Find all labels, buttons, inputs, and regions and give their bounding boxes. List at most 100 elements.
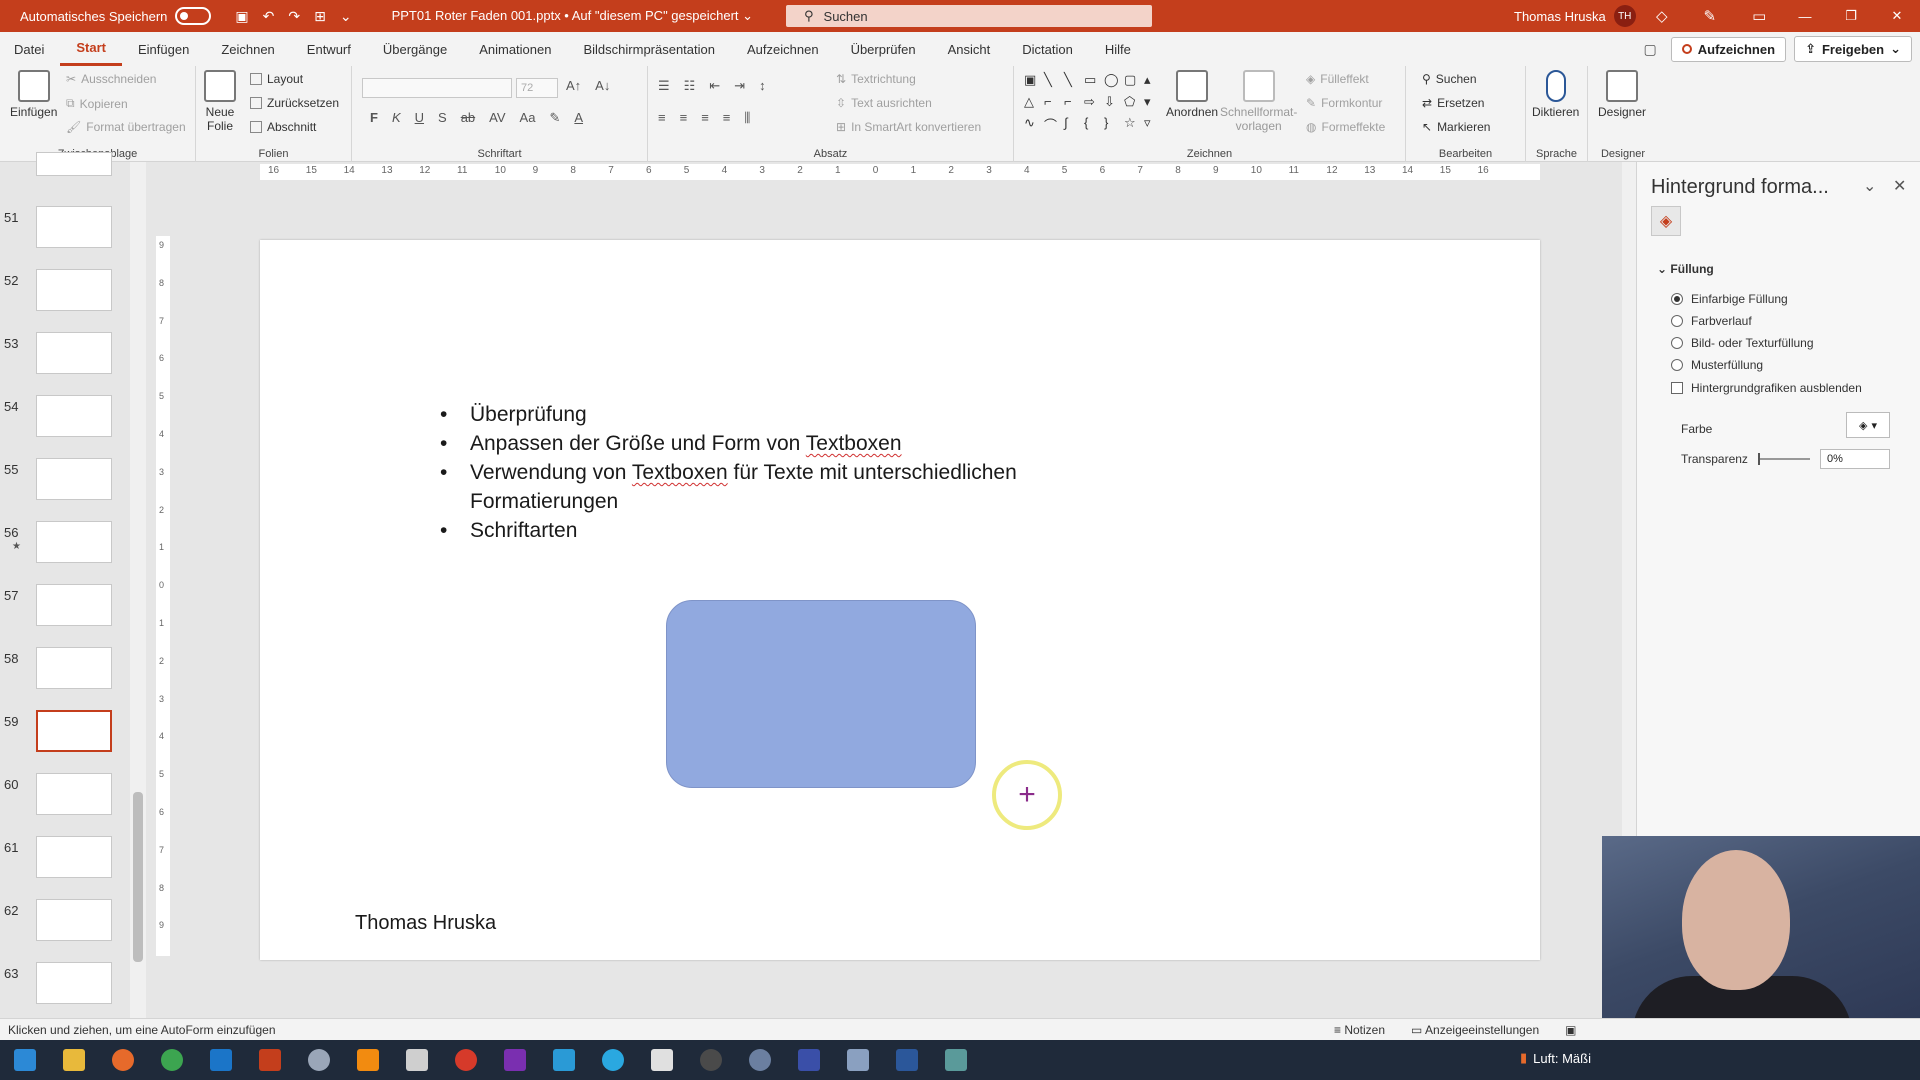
font-color-icon[interactable]: A	[574, 110, 583, 126]
present-icon[interactable]: ⊞	[314, 8, 326, 25]
radio-solid-fill[interactable]: Einfarbige Füllung	[1671, 292, 1788, 306]
autosave-control[interactable]: Automatisches Speichern	[20, 7, 212, 25]
word-icon[interactable]	[896, 1049, 918, 1071]
find-button[interactable]: ⚲ Suchen	[1422, 72, 1477, 86]
connector-shape-icon[interactable]: ⌐	[1064, 94, 1082, 114]
user-account[interactable]: Thomas Hruska TH	[1514, 0, 1636, 32]
char-spacing-button[interactable]: AV	[489, 110, 505, 126]
checkbox[interactable]	[1671, 382, 1683, 394]
decrease-indent-icon[interactable]: ⇤	[709, 78, 720, 94]
underline-button[interactable]: U	[415, 110, 424, 126]
gallery-up-icon[interactable]: ▴	[1144, 72, 1162, 92]
align-text-button[interactable]: ⇳ Text ausrichten	[836, 96, 932, 110]
thumbnails-scroll-thumb[interactable]	[133, 792, 143, 962]
app-icon[interactable]	[651, 1049, 673, 1071]
redo-icon[interactable]: ↷	[288, 8, 300, 25]
gallery-down-icon[interactable]: ▾	[1144, 94, 1162, 114]
record-button[interactable]: Aufzeichnen	[1670, 36, 1787, 62]
outlook-icon[interactable]	[210, 1049, 232, 1071]
shape-outline-button[interactable]: ✎ Formkontur	[1306, 96, 1382, 110]
tab-6[interactable]: Animationen	[463, 32, 567, 66]
star-shape-icon[interactable]: ☆	[1124, 115, 1142, 138]
paste-button[interactable]: Einfügen	[10, 70, 57, 119]
slide-thumbnail[interactable]	[36, 458, 112, 500]
rectangle-shape-icon[interactable]: ▢	[1124, 72, 1142, 92]
columns-icon[interactable]: ⫼	[744, 110, 750, 126]
slide-thumbnail[interactable]	[36, 152, 112, 176]
app-icon[interactable]	[308, 1049, 330, 1071]
tab-3[interactable]: Zeichnen	[205, 32, 290, 66]
arrow-shape-icon[interactable]: ⇨	[1084, 94, 1102, 114]
quick-styles-button[interactable]: Schnellformat- vorlagen	[1220, 70, 1297, 133]
paint-bucket-icon[interactable]: ◈	[1651, 206, 1681, 236]
slide-thumbnail[interactable]	[36, 332, 112, 374]
arrange-button[interactable]: Anordnen	[1166, 70, 1218, 119]
strikethrough-button[interactable]: ab	[461, 110, 475, 126]
bullet-item[interactable]: Schriftarten	[440, 516, 1140, 545]
replace-button[interactable]: ⇄ Ersetzen	[1422, 96, 1484, 110]
save-icon[interactable]: ▣	[235, 8, 248, 25]
onenote-icon[interactable]	[504, 1049, 526, 1071]
share-button[interactable]: ⇪ Freigeben ⌄	[1794, 36, 1912, 62]
app-icon[interactable]	[749, 1049, 771, 1071]
avatar[interactable]: TH	[1613, 5, 1636, 27]
increase-indent-icon[interactable]: ⇥	[734, 78, 745, 94]
radio-button[interactable]	[1671, 293, 1683, 305]
tab-2[interactable]: Einfügen	[122, 32, 205, 66]
app-icon[interactable]	[700, 1049, 722, 1071]
app-icon[interactable]	[798, 1049, 820, 1071]
bullet-item[interactable]: Überprüfung	[440, 400, 1140, 429]
grow-font-icon[interactable]: A↑	[566, 78, 581, 93]
slide-thumbnail[interactable]	[36, 647, 112, 689]
restore-icon[interactable]: ❐	[1828, 0, 1874, 32]
shadow-button[interactable]: S	[438, 110, 447, 126]
dictate-button[interactable]: Diktieren	[1532, 70, 1579, 119]
copy-button[interactable]: ⧉ Kopieren	[66, 96, 128, 111]
new-slide-button[interactable]: Neue Folie	[204, 70, 236, 133]
select-button[interactable]: ↖ Markieren	[1422, 120, 1490, 134]
bullet-item[interactable]: Verwendung von Textboxen für Texte mit u…	[440, 458, 1140, 516]
cut-button[interactable]: ✂ Ausschneiden	[66, 72, 156, 86]
app-icon[interactable]	[455, 1049, 477, 1071]
slide-thumbnail[interactable]	[36, 773, 112, 815]
notes-button[interactable]: ≡ Notizen	[1334, 1023, 1385, 1037]
radio-button[interactable]	[1671, 315, 1683, 327]
justify-icon[interactable]: ≡	[723, 110, 731, 126]
align-center-icon[interactable]: ≡	[680, 110, 688, 126]
comments-icon[interactable]: ▢	[1644, 41, 1657, 58]
document-title[interactable]: PPT01 Roter Faden 001.pptx • Auf "diesem…	[392, 8, 753, 24]
section-button[interactable]: Abschnitt	[250, 120, 316, 134]
font-name-input[interactable]	[362, 78, 512, 98]
pentagon-shape-icon[interactable]: ⬠	[1124, 94, 1142, 114]
radio-gradient-fill[interactable]: Farbverlauf	[1671, 314, 1752, 328]
font-size-input[interactable]: 72	[516, 78, 558, 98]
bullets-icon[interactable]: ☰	[658, 78, 670, 94]
slide-canvas[interactable]: Überprüfung Anpassen der Größe und Form …	[260, 240, 1540, 960]
format-painter-button[interactable]: 🖌 Format übertragen	[66, 120, 186, 134]
rectangle-shape-icon[interactable]: ▭	[1084, 72, 1102, 92]
radio-button[interactable]	[1671, 359, 1683, 371]
vlc-icon[interactable]	[357, 1049, 379, 1071]
tab-7[interactable]: Bildschirmpräsentation	[567, 32, 731, 66]
firefox-icon[interactable]	[112, 1049, 134, 1071]
shape-fill-button[interactable]: ◈ Fülleffekt	[1306, 72, 1369, 86]
shape-effects-button[interactable]: ◍ Formeffekte	[1306, 120, 1385, 134]
hide-background-graphics[interactable]: Hintergrundgrafiken ausblenden	[1671, 381, 1862, 395]
search-box[interactable]: ⚲ Suchen	[786, 5, 1152, 27]
smartart-button[interactable]: ⊞ In SmartArt konvertieren	[836, 120, 981, 134]
rounded-rectangle-shape[interactable]	[666, 600, 976, 788]
tab-12[interactable]: Hilfe	[1089, 32, 1147, 66]
line-shape-icon[interactable]: ╲	[1044, 72, 1062, 92]
tab-11[interactable]: Dictation	[1006, 32, 1089, 66]
brace-open-shape-icon[interactable]: {	[1084, 115, 1102, 138]
app-icon[interactable]	[553, 1049, 575, 1071]
line-spacing-icon[interactable]: ↕	[759, 78, 766, 94]
reset-button[interactable]: Zurücksetzen	[250, 96, 339, 110]
brace-close-shape-icon[interactable]: }	[1104, 115, 1122, 138]
change-case-button[interactable]: Aa	[520, 110, 536, 126]
radio-pattern-fill[interactable]: Musterfüllung	[1671, 358, 1763, 372]
shrink-font-icon[interactable]: A↓	[595, 78, 610, 93]
arc-shape-icon[interactable]: ⌒	[1044, 115, 1062, 138]
transparency-slider[interactable]	[1758, 453, 1810, 465]
bold-button[interactable]: F	[370, 110, 378, 126]
